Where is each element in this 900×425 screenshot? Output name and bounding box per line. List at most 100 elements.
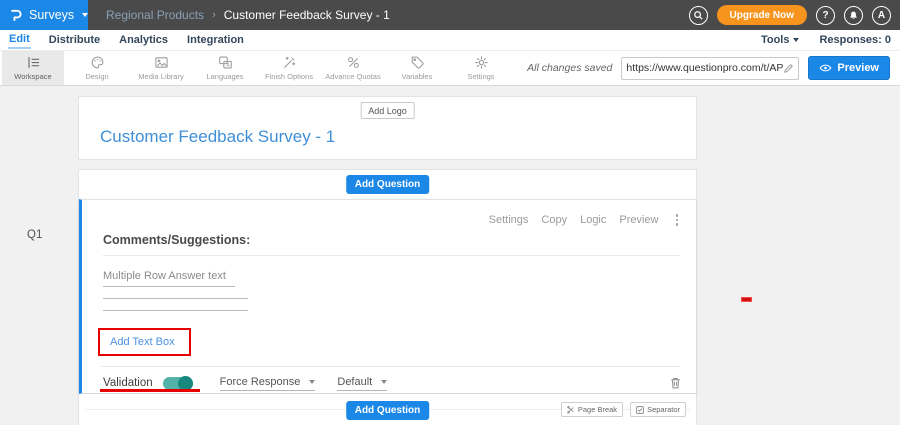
answer-placeholder-text[interactable]: Multiple Row Answer text bbox=[103, 270, 226, 282]
preview-button[interactable]: Preview bbox=[808, 56, 890, 80]
add-logo-button[interactable]: Add Logo bbox=[360, 102, 415, 119]
toolbar-right: All changes saved Preview bbox=[527, 51, 900, 85]
checkbox-checked-icon bbox=[636, 406, 644, 414]
dots-vertical-icon bbox=[676, 214, 679, 217]
bell-icon bbox=[848, 10, 859, 21]
responses-count-link[interactable]: Responses: 0 bbox=[819, 34, 891, 46]
tab-label: Media Library bbox=[138, 72, 183, 81]
tab-label: Workspace bbox=[14, 72, 51, 81]
languages-translate-icon: A bbox=[218, 55, 233, 70]
delete-question-button[interactable] bbox=[669, 376, 682, 390]
tab-settings[interactable]: Settings bbox=[450, 51, 512, 85]
force-response-dropdown[interactable]: Force Response bbox=[220, 376, 316, 391]
page-footer-row: Add Question Page Break Separator bbox=[79, 394, 696, 425]
survey-editor-app: Surveys Regional Products › Customer Fee… bbox=[0, 0, 900, 425]
validation-toggle[interactable] bbox=[163, 377, 193, 390]
product-name: Surveys bbox=[29, 8, 74, 22]
question-more-menu[interactable] bbox=[672, 212, 683, 228]
tab-media-library[interactable]: Media Library bbox=[130, 51, 192, 85]
breadcrumb-separator: › bbox=[212, 9, 216, 21]
topbar-actions: Upgrade Now ? A bbox=[689, 5, 900, 25]
survey-url-input[interactable] bbox=[626, 62, 783, 74]
questionpro-logo-icon bbox=[9, 7, 23, 23]
page-break-button[interactable]: Page Break bbox=[561, 402, 623, 417]
annotation-red-dash bbox=[741, 297, 752, 302]
add-question-button-bottom[interactable]: Add Question bbox=[346, 401, 430, 420]
search-button[interactable] bbox=[689, 6, 708, 25]
chevron-down-icon bbox=[793, 38, 799, 42]
question-preview-link[interactable]: Preview bbox=[619, 214, 658, 226]
default-validation-dropdown[interactable]: Default bbox=[337, 376, 387, 391]
advance-quotas-icon bbox=[346, 55, 361, 70]
menu-item-distribute[interactable]: Distribute bbox=[48, 32, 101, 48]
notifications-button[interactable] bbox=[844, 6, 863, 25]
break-buttons: Page Break Separator bbox=[561, 402, 686, 417]
chevron-down-icon bbox=[309, 380, 315, 384]
answer-row-line bbox=[103, 286, 235, 287]
force-response-label: Force Response bbox=[220, 376, 301, 388]
surveys-product-switcher[interactable]: Surveys bbox=[0, 0, 88, 30]
upgrade-now-button[interactable]: Upgrade Now bbox=[717, 5, 807, 25]
menu-item-analytics[interactable]: Analytics bbox=[118, 32, 169, 48]
preview-label: Preview bbox=[837, 62, 879, 74]
eye-icon bbox=[819, 63, 832, 73]
tab-label: Variables bbox=[402, 72, 433, 81]
question-card-q1: Settings Copy Logic Preview Comments/Sug… bbox=[79, 199, 696, 394]
design-palette-icon bbox=[90, 55, 105, 70]
search-icon bbox=[693, 10, 704, 21]
help-button[interactable]: ? bbox=[816, 6, 835, 25]
question-action-links: Settings Copy Logic Preview bbox=[489, 212, 682, 228]
add-question-button-top[interactable]: Add Question bbox=[346, 175, 430, 194]
survey-body-block: Add Question Settings Copy Logic Preview… bbox=[78, 169, 697, 425]
chevron-down-icon bbox=[82, 13, 88, 17]
variables-tag-icon bbox=[410, 55, 425, 70]
separator-label: Separator bbox=[647, 405, 680, 414]
edit-pencil-icon[interactable] bbox=[783, 63, 794, 74]
divider bbox=[103, 255, 680, 256]
svg-text:A: A bbox=[226, 63, 230, 69]
tab-workspace[interactable]: Workspace bbox=[2, 51, 64, 85]
answer-row-line bbox=[103, 310, 248, 311]
tab-design[interactable]: Design bbox=[66, 51, 128, 85]
divider bbox=[101, 366, 680, 367]
tab-label: Advance Quotas bbox=[325, 72, 380, 81]
menu-right-links: Tools Responses: 0 bbox=[761, 34, 900, 46]
breadcrumb-current: Customer Feedback Survey - 1 bbox=[224, 8, 390, 22]
survey-title[interactable]: Customer Feedback Survey - 1 bbox=[100, 127, 335, 147]
breadcrumb: Regional Products › Customer Feedback Su… bbox=[106, 8, 390, 22]
main-menu: Edit Distribute Analytics Integration To… bbox=[0, 30, 900, 50]
tools-menu[interactable]: Tools bbox=[761, 34, 800, 46]
menu-item-integration[interactable]: Integration bbox=[186, 32, 245, 48]
top-navbar: Surveys Regional Products › Customer Fee… bbox=[0, 0, 900, 30]
tab-label: Design bbox=[85, 72, 108, 81]
tab-advance-quotas[interactable]: Advance Quotas bbox=[322, 51, 384, 85]
chevron-down-icon bbox=[381, 380, 387, 384]
add-text-box-link[interactable]: Add Text Box bbox=[110, 336, 175, 348]
finish-options-wand-icon bbox=[282, 55, 297, 70]
separator-button[interactable]: Separator bbox=[630, 402, 686, 417]
workspace-list-icon bbox=[26, 55, 41, 70]
question-logic-link[interactable]: Logic bbox=[580, 214, 606, 226]
autosave-status: All changes saved bbox=[527, 62, 612, 74]
breadcrumb-parent[interactable]: Regional Products bbox=[106, 8, 204, 22]
scissors-icon bbox=[567, 406, 575, 414]
annotation-red-underline bbox=[100, 389, 200, 392]
tab-label: Settings bbox=[467, 72, 494, 81]
tab-label: Finish Options bbox=[265, 72, 313, 81]
answer-row-line bbox=[103, 298, 248, 299]
survey-url-box bbox=[621, 57, 799, 80]
tab-finish-options[interactable]: Finish Options bbox=[258, 51, 320, 85]
tab-languages[interactable]: A Languages bbox=[194, 51, 256, 85]
account-avatar[interactable]: A bbox=[872, 6, 891, 25]
validation-label: Validation bbox=[103, 377, 153, 389]
question-settings-link[interactable]: Settings bbox=[489, 214, 529, 226]
tab-variables[interactable]: Variables bbox=[386, 51, 448, 85]
media-library-image-icon bbox=[154, 55, 169, 70]
settings-gear-icon bbox=[474, 55, 489, 70]
question-copy-link[interactable]: Copy bbox=[541, 214, 567, 226]
tools-label: Tools bbox=[761, 34, 790, 46]
question-text[interactable]: Comments/Suggestions: bbox=[103, 233, 250, 247]
survey-header-card: Add Logo Customer Feedback Survey - 1 bbox=[78, 96, 697, 160]
menu-item-edit[interactable]: Edit bbox=[8, 31, 31, 49]
tab-label: Languages bbox=[206, 72, 243, 81]
